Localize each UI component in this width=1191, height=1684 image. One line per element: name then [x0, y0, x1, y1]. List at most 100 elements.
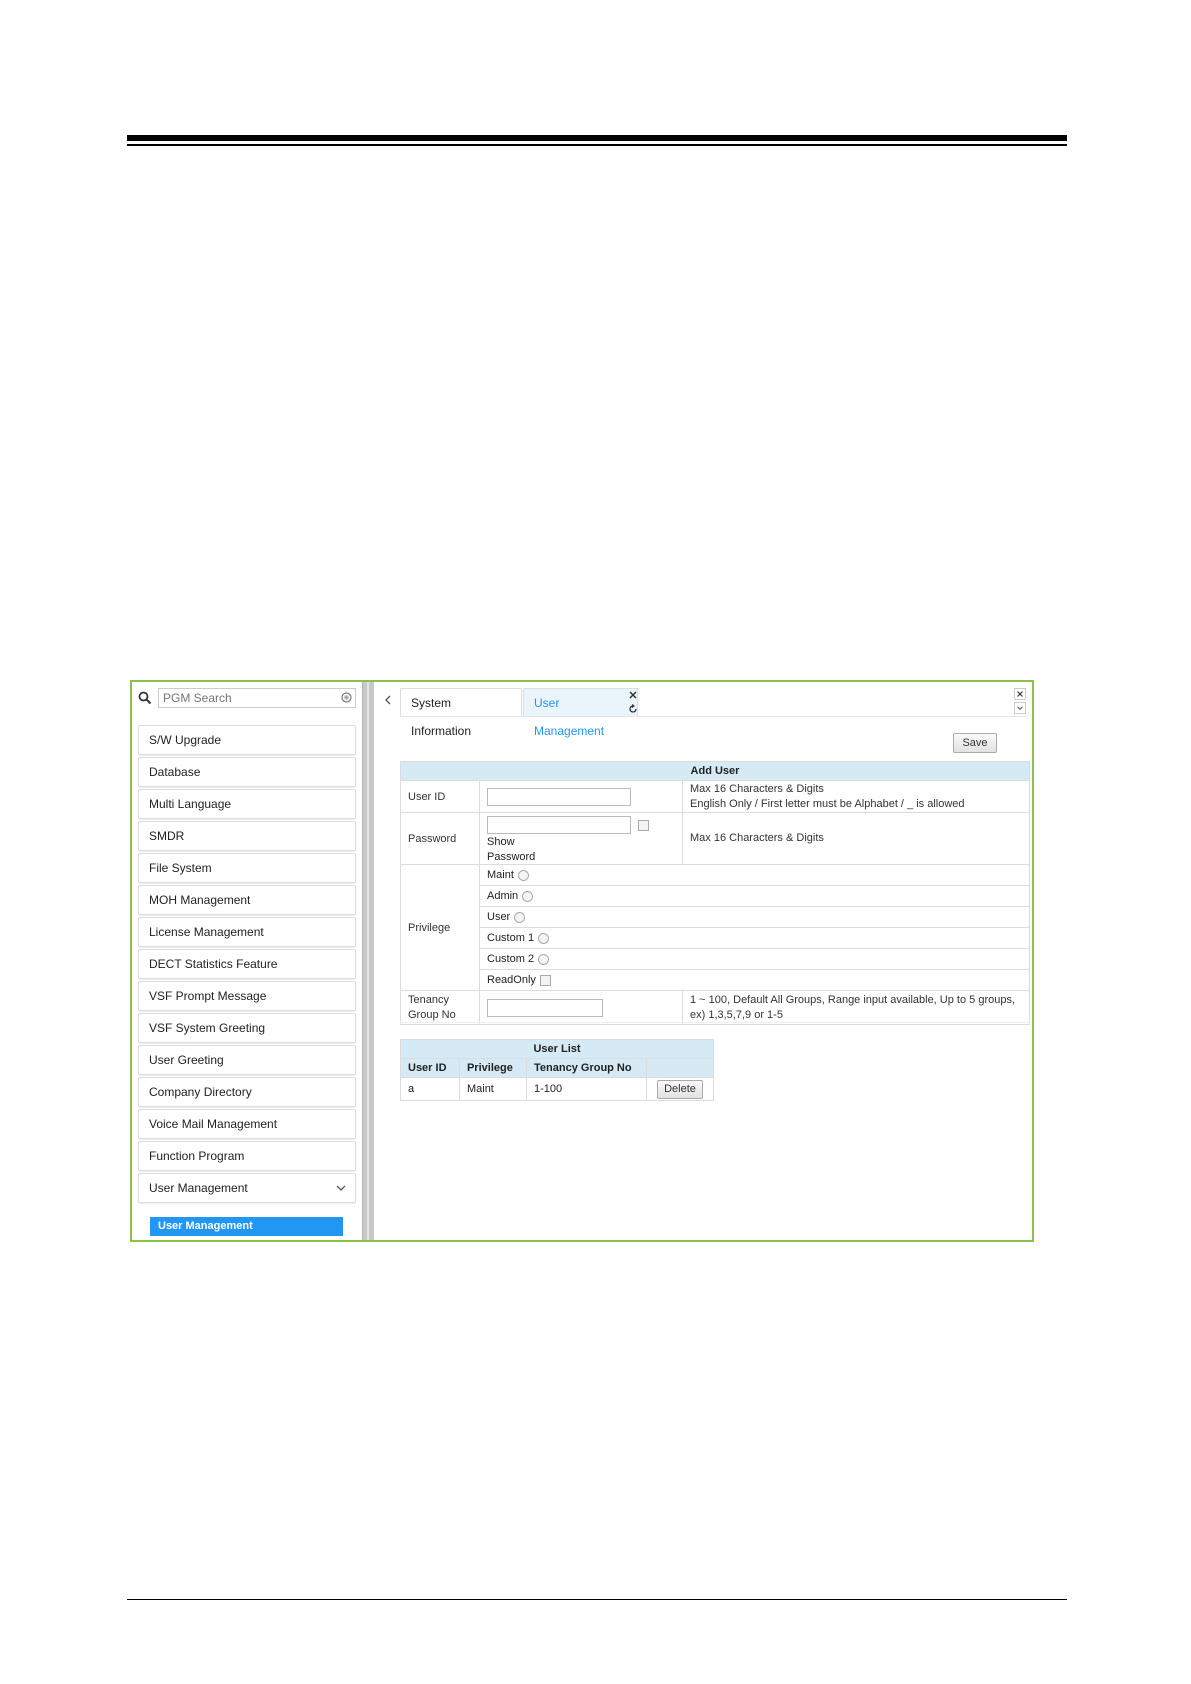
cell-privilege: Maint	[458, 1077, 528, 1101]
sidebar-item-label: Multi Language	[149, 797, 232, 811]
search-bar	[136, 688, 358, 710]
sidebar-item-label: File System	[149, 861, 212, 875]
header-rule-thin	[127, 144, 1067, 146]
refresh-icon[interactable]	[628, 704, 638, 714]
tab-system-information[interactable]: System Information	[400, 688, 522, 738]
column-header-action	[646, 1058, 714, 1078]
delete-button[interactable]: Delete	[657, 1079, 703, 1099]
note-line: English Only / First letter must be Alph…	[690, 797, 965, 810]
readonly-checkbox[interactable]	[539, 974, 551, 986]
sidebar-item-label: License Management	[149, 925, 264, 939]
save-button[interactable]: Save	[953, 733, 997, 753]
chevron-left-icon[interactable]	[384, 694, 392, 706]
privilege-option-label: User	[487, 911, 511, 923]
sidebar-item-multi-language[interactable]: Multi Language	[138, 789, 356, 819]
tabbar-divider	[400, 716, 1028, 717]
sidebar-item-label: SMDR	[149, 829, 185, 843]
cell-tenancy: 1-100	[526, 1077, 648, 1101]
add-user-title: Add User	[400, 761, 1030, 781]
show-password-checkbox[interactable]	[638, 819, 650, 831]
sidebar-item-label: VSF System Greeting	[149, 1021, 266, 1035]
sidebar-item-label: Voice Mail Management	[149, 1117, 278, 1131]
privilege-option-label: Custom 1	[487, 932, 535, 944]
user-list-title: User List	[400, 1039, 714, 1059]
search-input[interactable]	[158, 688, 356, 708]
sidebar-subitem-user-management[interactable]: User Management	[150, 1217, 343, 1236]
sidebar-item-label: User Management	[149, 1181, 248, 1195]
table-row: a Maint 1-100 Delete	[400, 1077, 714, 1101]
tenancy-group-input[interactable]	[487, 998, 603, 1017]
sidebar: S/W Upgrade Database Multi Language SMDR…	[132, 682, 362, 1240]
tenancy-label-line: Group No	[408, 1008, 456, 1021]
privilege-radio[interactable]	[514, 911, 526, 923]
user-list-table: User List User ID Privilege Tenancy Grou…	[400, 1039, 714, 1101]
cell-user-id: a	[400, 1077, 460, 1101]
privilege-radio[interactable]	[522, 890, 534, 902]
sidebar-item-voice-mail-management[interactable]: Voice Mail Management	[138, 1109, 356, 1139]
privilege-label: Privilege	[400, 864, 480, 991]
column-header-privilege: Privilege	[458, 1058, 528, 1078]
privilege-option-admin[interactable]: Admin	[479, 885, 1030, 907]
privilege-radio[interactable]	[538, 932, 550, 944]
clear-search-icon[interactable]	[341, 692, 352, 703]
sidebar-item-user-greeting[interactable]: User Greeting	[138, 1045, 356, 1075]
privilege-option-custom2[interactable]: Custom 2	[479, 948, 1030, 970]
search-icon[interactable]	[138, 691, 152, 705]
section-divider	[400, 1022, 1030, 1023]
sidebar-item-file-system[interactable]: File System	[138, 853, 356, 883]
sidebar-item-function-program[interactable]: Function Program	[138, 1141, 356, 1171]
password-sublabel: Password	[487, 851, 536, 863]
sidebar-item-label: DECT Statistics Feature	[149, 957, 278, 971]
sidebar-item-vsf-prompt-message[interactable]: VSF Prompt Message	[138, 981, 356, 1011]
column-header-tenancy: Tenancy Group No	[526, 1058, 647, 1078]
sidebar-item-moh-management[interactable]: MOH Management	[138, 885, 356, 915]
footer-rule	[127, 1599, 1067, 1600]
note-line: ex) 1,3,5,7,9 or 1-5	[690, 1008, 783, 1021]
sidebar-item-dect-statistics[interactable]: DECT Statistics Feature	[138, 949, 356, 979]
privilege-option-maint[interactable]: Maint	[479, 864, 1030, 886]
tab-user-management[interactable]: User Management	[523, 688, 638, 738]
close-tab-icon[interactable]	[628, 690, 638, 700]
show-password-label: Show	[487, 836, 515, 848]
sidebar-item-label: Function Program	[149, 1149, 245, 1163]
privilege-radio[interactable]	[517, 869, 529, 881]
header-rule	[127, 135, 1067, 141]
chevron-down-icon[interactable]	[1014, 702, 1026, 714]
user-id-input[interactable]	[487, 787, 631, 806]
close-all-icon[interactable]	[1014, 688, 1026, 700]
sidebar-item-license-management[interactable]: License Management	[138, 917, 356, 947]
sidebar-item-label: S/W Upgrade	[149, 733, 222, 747]
column-header-user-id: User ID	[400, 1058, 460, 1078]
sidebar-item-label: User Greeting	[149, 1053, 224, 1067]
sidebar-menu: S/W Upgrade Database Multi Language SMDR…	[138, 725, 356, 1205]
privilege-option-label: Maint	[487, 869, 514, 881]
privilege-option-label: Custom 2	[487, 953, 535, 965]
sidebar-splitter[interactable]	[362, 682, 374, 1240]
tenancy-note: 1 ~ 100, Default All Groups, Range input…	[682, 990, 1030, 1025]
privilege-option-custom1[interactable]: Custom 1	[479, 927, 1030, 949]
sidebar-item-smdr[interactable]: SMDR	[138, 821, 356, 851]
password-input[interactable]	[487, 816, 631, 834]
password-label: Password	[400, 812, 480, 865]
note-line: Max 16 Characters & Digits	[690, 782, 824, 795]
sidebar-item-label: VSF Prompt Message	[149, 989, 267, 1003]
sidebar-item-vsf-system-greeting[interactable]: VSF System Greeting	[138, 1013, 356, 1043]
privilege-option-label: ReadOnly	[487, 974, 536, 986]
app-window: S/W Upgrade Database Multi Language SMDR…	[130, 680, 1034, 1242]
sidebar-item-company-directory[interactable]: Company Directory	[138, 1077, 356, 1107]
password-note: Max 16 Characters & Digits	[682, 812, 1030, 865]
privilege-radio[interactable]	[538, 953, 550, 965]
sidebar-item-label: Database	[149, 765, 201, 779]
sidebar-item-user-management[interactable]: User Management	[138, 1173, 356, 1203]
tenancy-label-line: Tenancy	[408, 993, 449, 1006]
privilege-option-label: Admin	[487, 890, 519, 902]
tenancy-label: Tenancy Group No	[400, 990, 480, 1025]
section-title: Add User	[690, 765, 740, 777]
user-id-note: Max 16 Characters & Digits English Only …	[682, 780, 1030, 813]
privilege-option-readonly[interactable]: ReadOnly	[479, 969, 1030, 991]
chevron-down-icon	[336, 1185, 346, 1191]
privilege-option-user[interactable]: User	[479, 906, 1030, 928]
sidebar-item-sw-upgrade[interactable]: S/W Upgrade	[138, 725, 356, 755]
sidebar-item-database[interactable]: Database	[138, 757, 356, 787]
sidebar-item-label: MOH Management	[149, 893, 251, 907]
